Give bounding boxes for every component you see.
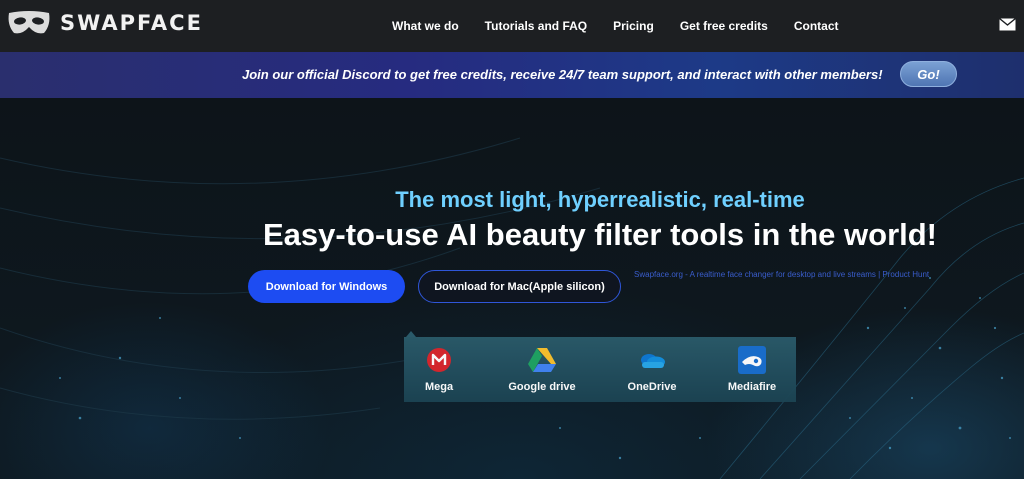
google-drive-label: Google drive [508, 381, 576, 393]
download-google-drive[interactable]: Google drive [504, 337, 580, 402]
brand-name: SWAPFACE [60, 11, 203, 35]
onedrive-icon [641, 354, 665, 368]
download-windows-button[interactable]: Download for Windows [248, 270, 405, 303]
download-onedrive[interactable]: OneDrive [624, 337, 680, 402]
mediafire-icon [738, 346, 766, 374]
main-nav: What we do Tutorials and FAQ Pricing Get… [392, 0, 865, 52]
nav-tutorials-faq[interactable]: Tutorials and FAQ [485, 19, 587, 33]
hero-subtitle: The most light, hyperrealistic, real-tim… [395, 187, 805, 212]
top-header: SWAPFACE What we do Tutorials and FAQ Pr… [0, 0, 1024, 52]
nav-contact[interactable]: Contact [794, 19, 839, 33]
mega-label: Mega [424, 381, 454, 393]
mediafire-label: Mediafire [727, 381, 777, 393]
discord-go-button[interactable]: Go! [900, 61, 957, 87]
google-drive-icon [528, 348, 556, 372]
download-mega[interactable]: Mega [416, 337, 462, 402]
mail-icon[interactable] [999, 18, 1016, 31]
mega-icon [427, 348, 451, 372]
onedrive-label: OneDrive [627, 381, 677, 393]
nav-pricing[interactable]: Pricing [613, 19, 654, 33]
discord-banner: Join our official Discord to get free cr… [0, 52, 1024, 98]
download-mediafire[interactable]: Mediafire [726, 337, 778, 402]
brand-logo[interactable]: SWAPFACE [6, 9, 203, 37]
product-hunt-badge[interactable]: Swapface.org - A realtime face changer f… [634, 270, 964, 282]
nav-what-we-do[interactable]: What we do [392, 19, 459, 33]
hero-headline: Easy-to-use AI beauty filter tools in th… [262, 217, 938, 252]
download-mirrors-panel: Mega Google drive OneDrive Mediafire [404, 337, 796, 402]
download-mac-button[interactable]: Download for Mac(Apple silicon) [418, 270, 621, 303]
nav-get-free-credits[interactable]: Get free credits [680, 19, 768, 33]
discord-banner-text: Join our official Discord to get free cr… [242, 67, 883, 82]
mask-logo-icon [8, 11, 50, 34]
